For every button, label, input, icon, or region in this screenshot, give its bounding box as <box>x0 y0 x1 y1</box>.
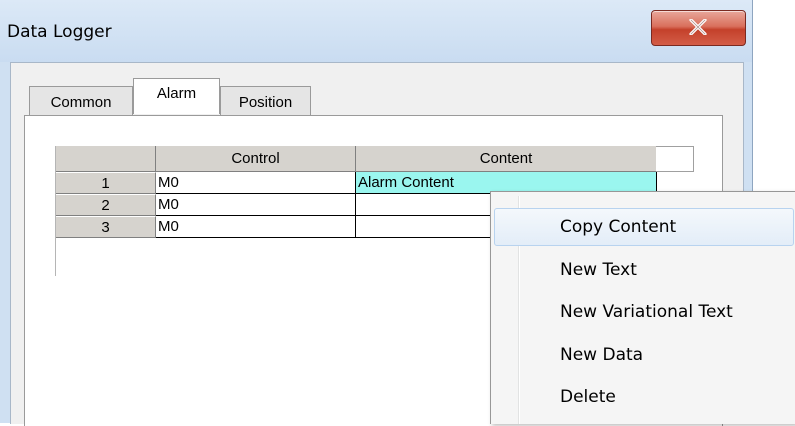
context-menu: Copy Content New Text New Variational Te… <box>490 191 795 424</box>
menu-item-new-variational-text[interactable]: New Variational Text <box>494 293 794 331</box>
menu-item-delete[interactable]: Delete <box>494 378 794 416</box>
tab-position[interactable]: Position <box>220 86 311 116</box>
corner-header <box>56 146 156 172</box>
menu-item-copy-content[interactable]: Copy Content <box>494 208 794 246</box>
menu-item-new-data[interactable]: New Data <box>494 336 794 374</box>
table-cell-control[interactable]: M0 <box>156 194 356 216</box>
table-cell-control[interactable]: M0 <box>156 172 356 194</box>
close-button[interactable] <box>651 10 746 46</box>
tab-common[interactable]: Common <box>29 86 133 116</box>
tab-alarm[interactable]: Alarm <box>133 78 220 114</box>
column-header-control[interactable]: Control <box>156 146 356 172</box>
row-header[interactable]: 3 <box>56 216 156 238</box>
table-cell-control[interactable]: M0 <box>156 216 356 238</box>
window-title: Data Logger <box>7 22 112 42</box>
column-header-content[interactable]: Content <box>356 146 657 172</box>
close-icon <box>689 19 707 35</box>
row-header[interactable]: 1 <box>56 172 156 194</box>
row-header[interactable]: 2 <box>56 194 156 216</box>
grid-scrollbar-stub <box>656 146 694 172</box>
menu-item-new-text[interactable]: New Text <box>494 251 794 289</box>
title-bar[interactable]: Data Logger <box>0 0 752 62</box>
